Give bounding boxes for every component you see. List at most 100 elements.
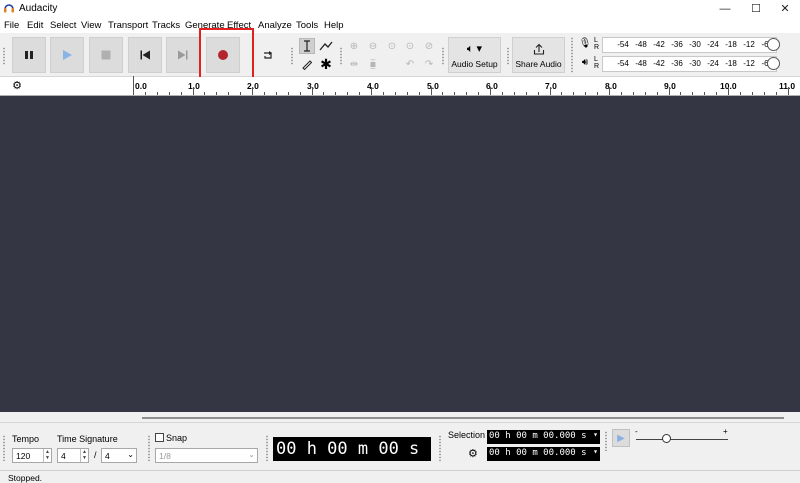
scrollbar-thumb[interactable] [142,417,784,419]
meter-grip[interactable] [570,37,574,73]
title-bar: Audacity — ☐ ✕ [0,0,800,17]
zoom-out-button[interactable]: ⊖ [366,39,380,53]
ruler-label: 6.0 [486,81,498,91]
ruler-tick [204,92,205,95]
timeline-settings-gear-icon[interactable]: ⚙ [11,80,23,92]
chevron-down-icon: ⌄ [248,450,255,459]
multi-tool-button[interactable]: ✱ [318,56,334,72]
stop-button[interactable] [89,37,123,73]
fit-selection-button[interactable]: ⊙ [385,39,399,53]
menu-file[interactable]: File [4,20,19,31]
silence-audio-button[interactable]: ⧯ [366,57,380,71]
ruler-tick [216,92,217,95]
selection-settings-gear-icon[interactable]: ⚙ [468,447,478,460]
spin-arrows-icon[interactable]: ▲ ▼ [80,449,88,462]
snap-value: 1/8 [159,451,171,461]
tempo-input[interactable]: 120 ▲ ▼ [12,448,52,463]
skip-to-start-button[interactable] [128,37,162,73]
selection-start-field[interactable]: 00 h 00 m 00.000 s ▾ [487,430,600,444]
maximize-button[interactable]: ☐ [741,0,771,17]
undo-button[interactable]: ↶ [403,57,417,71]
chevron-down-icon[interactable]: ▾ [593,430,598,439]
ruler-tick [169,92,170,95]
share-audio-button[interactable]: Share Audio [512,37,565,73]
ruler-tick [550,87,551,95]
ruler-tick [788,87,789,95]
fit-project-icon: ⊙ [405,40,415,52]
playback-volume-knob[interactable] [767,57,780,70]
time-display-value: 00 h 00 m 00 s [276,439,420,459]
ruler-tick [442,92,443,95]
chevron-down-icon[interactable]: ▾ [593,447,598,456]
playback-speed-slider[interactable] [636,439,728,440]
play-icon [63,50,72,60]
snap-grip[interactable] [147,435,151,461]
play-button[interactable] [50,37,84,73]
menu-view[interactable]: View [81,20,101,31]
time-format-dropdown-icon[interactable]: ▾ [424,445,429,456]
skip-to-end-button[interactable] [166,37,200,73]
silence-icon: ⧯ [369,58,377,70]
track-area[interactable] [0,96,800,412]
edit-grip[interactable] [339,47,343,65]
ruler-tick [133,87,134,95]
selection-grip[interactable] [438,435,442,461]
meter-tick: -42 [653,40,665,49]
snap-checkbox[interactable] [155,433,164,442]
loop-icon [264,51,272,59]
play-at-speed-button[interactable]: ▶ [612,429,630,447]
ruler-tick [538,92,539,95]
recording-volume-knob[interactable] [767,38,780,51]
loop-button[interactable] [259,46,277,64]
menu-analyze[interactable]: Analyze [258,20,292,31]
draw-tool-button[interactable] [299,56,315,72]
time-signature-numerator[interactable]: 4 ▲ ▼ [57,448,89,463]
envelope-tool-button[interactable] [318,38,334,54]
audio-setup-grip[interactable] [441,47,445,65]
trim-audio-button[interactable]: ⇹ [347,57,361,71]
share-audio-grip[interactable] [506,47,510,65]
selection-end-field[interactable]: 00 h 00 m 00.000 s ▾ [487,447,600,461]
ruler-tick [157,92,158,95]
time-signature-denominator[interactable]: 4 ⌄ [101,448,137,463]
ruler-tick [752,92,753,95]
menu-select[interactable]: Select [50,20,76,31]
selection-tool-button[interactable] [299,38,315,54]
time-grip[interactable] [265,435,269,461]
redo-button[interactable]: ↷ [422,57,436,71]
ruler-tick [716,92,717,95]
horizontal-scrollbar[interactable] [0,412,800,422]
ruler-tick [335,92,336,95]
menu-tools[interactable]: Tools [296,20,318,31]
minimize-button[interactable]: — [710,0,740,17]
menu-help[interactable]: Help [324,20,344,31]
snap-dropdown[interactable]: 1/8 ⌄ [155,448,258,463]
time-signature-label: Time Signature [57,434,118,444]
menu-transport[interactable]: Transport [108,20,148,31]
ruler-tick [228,92,229,95]
spin-arrows-icon[interactable]: ▲ ▼ [43,449,51,462]
pause-button[interactable] [12,37,46,73]
playback-meter[interactable]: 🔊︎ LR -54 -48 -42 -36 -30 -24 -18 -12 -6… [578,55,798,73]
tempo-label: Tempo [12,434,40,444]
meter-channels: LR [594,37,600,51]
ruler-label: 0.0 [135,81,147,91]
time-display[interactable]: 00 h 00 m 00 s [273,437,431,461]
recording-meter[interactable]: 🎙︎ LR -54 -48 -42 -36 -30 -24 -18 -12 -6… [578,36,798,54]
ruler-tick [490,87,491,95]
menu-tracks[interactable]: Tracks [152,20,180,31]
ruler-tick [621,92,622,95]
zoom-toggle-button[interactable]: ⊘ [422,39,436,53]
close-button[interactable]: ✕ [770,0,800,17]
zoom-in-button[interactable]: ⊕ [347,39,361,53]
time-signature-grip[interactable] [2,435,6,461]
playback-speed-thumb[interactable] [662,434,671,443]
play-at-speed-grip[interactable] [604,431,608,451]
fit-project-button[interactable]: ⊙ [403,39,417,53]
timeline-ruler[interactable]: ⚙ 0.0 1.0 2.0 3.0 4.0 5.0 6.0 7.0 8.0 9.… [0,76,800,96]
toolbar-grip[interactable] [2,47,6,65]
audio-setup-button[interactable]: 🔈︎ ▾ Audio Setup [448,37,501,73]
menu-edit[interactable]: Edit [27,20,43,31]
ruler-tick [312,87,313,95]
tools-grip[interactable] [290,47,294,65]
